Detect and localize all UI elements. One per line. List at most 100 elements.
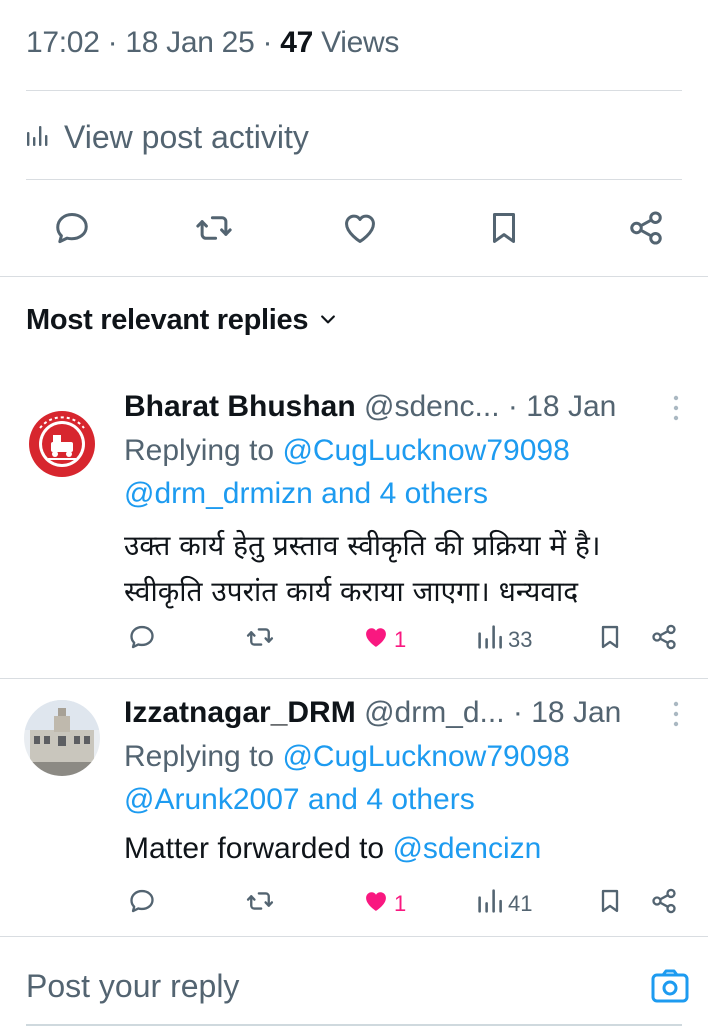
repost-icon <box>246 887 274 921</box>
camera-button[interactable] <box>648 966 692 1010</box>
reply-text-body: Matter forwarded to <box>124 832 385 865</box>
like-button[interactable]: 1 <box>362 620 406 660</box>
share-icon <box>627 209 665 252</box>
share-button[interactable] <box>650 884 678 924</box>
like-button[interactable]: 1 <box>362 884 406 924</box>
replying-to-and[interactable]: and <box>308 783 358 816</box>
replying-to-prefix: Replying to <box>124 740 275 773</box>
repost-button[interactable] <box>192 208 236 252</box>
heart-filled-icon <box>362 887 390 921</box>
reply-separator: · <box>507 390 518 423</box>
more-vertical-icon <box>672 393 680 428</box>
views-label: Views <box>321 26 400 59</box>
views-stat[interactable]: 41 <box>476 884 532 924</box>
camera-icon <box>650 967 690 1010</box>
bar-chart-icon <box>476 623 504 657</box>
reply-date[interactable]: 18 Jan <box>531 696 621 729</box>
divider <box>0 936 708 937</box>
section-title: Most relevant replies <box>26 304 309 336</box>
share-icon <box>650 887 678 921</box>
repost-icon <box>246 623 274 657</box>
share-button[interactable] <box>650 620 678 660</box>
meta-separator: · <box>107 26 118 59</box>
views-count: 33 <box>508 627 533 652</box>
reply-text-line-1: उक्त कार्य हेतु प्रस्ताव स्वीकृति की प्र… <box>124 529 601 562</box>
reply-header: Izzatnagar_DRM @drm_d... · 18 Jan <box>124 696 621 730</box>
replying-to-others[interactable]: 4 others <box>366 783 474 816</box>
replying-to-line-2: @drm_drmizn and 4 others <box>124 477 488 511</box>
bookmark-icon <box>485 209 523 252</box>
replying-to-others[interactable]: 4 others <box>380 477 488 510</box>
like-button[interactable] <box>338 208 382 252</box>
bar-chart-icon <box>26 119 50 156</box>
reply-author-name[interactable]: Izzatnagar_DRM <box>124 696 356 729</box>
post-meta: 17:02 · 18 Jan 25 · 47 Views <box>26 26 399 60</box>
reply-text-line-2: स्वीकृति उपरांत कार्य कराया जाएगा। धन्यव… <box>124 575 579 608</box>
repost-button[interactable] <box>246 884 274 924</box>
chevron-down-icon <box>318 304 338 337</box>
more-options-button[interactable] <box>666 698 686 734</box>
repost-icon <box>195 209 233 252</box>
reply-button[interactable] <box>128 884 156 924</box>
replying-to-mention[interactable]: @CugLucknow79098 <box>282 434 569 467</box>
divider <box>26 179 682 180</box>
more-options-button[interactable] <box>666 392 686 428</box>
bookmark-button[interactable] <box>596 620 624 660</box>
post-time: 17:02 <box>26 26 100 59</box>
views-count: 41 <box>508 891 533 916</box>
heart-filled-icon <box>362 623 390 657</box>
reply-item[interactable]: Bharat Bhushan @sdenc... · 18 Jan Replyi… <box>0 380 708 676</box>
replying-to-line-2: @Arunk2007 and 4 others <box>124 783 475 817</box>
reply-button[interactable] <box>50 208 94 252</box>
more-vertical-icon <box>672 699 680 734</box>
divider <box>0 276 708 277</box>
replying-to-mention[interactable]: @CugLucknow79098 <box>282 740 569 773</box>
bookmark-icon <box>596 623 624 657</box>
like-count: 1 <box>394 627 407 652</box>
reply-author-handle[interactable]: @sdenc... <box>364 390 500 423</box>
share-button[interactable] <box>624 208 668 252</box>
replying-to-and[interactable]: and <box>321 477 371 510</box>
views-stat[interactable]: 33 <box>476 620 532 660</box>
bookmark-icon <box>596 887 624 921</box>
reply-separator: · <box>512 696 523 729</box>
like-icon <box>341 209 379 252</box>
reply-header: Bharat Bhushan @sdenc... · 18 Jan <box>124 390 616 424</box>
replies-sort-dropdown[interactable]: Most relevant replies <box>26 304 338 337</box>
reply-button[interactable] <box>128 620 156 660</box>
reply-author-name[interactable]: Bharat Bhushan <box>124 390 356 423</box>
replying-to-prefix: Replying to <box>124 434 275 467</box>
repost-button[interactable] <box>246 620 274 660</box>
divider <box>26 90 682 91</box>
reply-action-bar: 1 41 <box>0 884 708 924</box>
post-date: 18 Jan 25 <box>125 26 255 59</box>
replying-to-mention[interactable]: @Arunk2007 <box>124 783 300 816</box>
reply-composer: Post your reply <box>0 950 708 1026</box>
meta-separator: · <box>262 26 273 59</box>
reply-text: Matter forwarded to @sdencizn <box>124 832 541 866</box>
reply-author-handle[interactable]: @drm_d... <box>364 696 505 729</box>
avatar[interactable] <box>24 700 100 776</box>
reply-date[interactable]: 18 Jan <box>526 390 616 423</box>
bar-chart-icon <box>476 887 504 921</box>
reply-item[interactable]: Izzatnagar_DRM @drm_d... · 18 Jan Replyi… <box>0 686 708 936</box>
replying-to-line: Replying to @CugLucknow79098 <box>124 740 570 774</box>
like-count: 1 <box>394 891 407 916</box>
share-icon <box>650 623 678 657</box>
reply-icon <box>128 887 156 921</box>
view-post-activity-link[interactable]: View post activity <box>26 114 309 160</box>
replying-to-line: Replying to @CugLucknow79098 <box>124 434 570 468</box>
bookmark-button[interactable] <box>482 208 526 252</box>
views-count: 47 <box>280 26 314 59</box>
bookmark-button[interactable] <box>596 884 624 924</box>
reply-input[interactable]: Post your reply <box>26 968 239 1005</box>
reply-text-mention[interactable]: @sdencizn <box>392 832 541 865</box>
divider <box>0 678 708 679</box>
reply-icon <box>128 623 156 657</box>
replying-to-mention[interactable]: @drm_drmizn <box>124 477 313 510</box>
view-post-activity-label: View post activity <box>64 118 309 155</box>
avatar[interactable] <box>24 406 100 482</box>
reply-action-bar: 1 33 <box>0 620 708 660</box>
reply-icon <box>53 209 91 252</box>
post-action-bar <box>0 198 708 262</box>
